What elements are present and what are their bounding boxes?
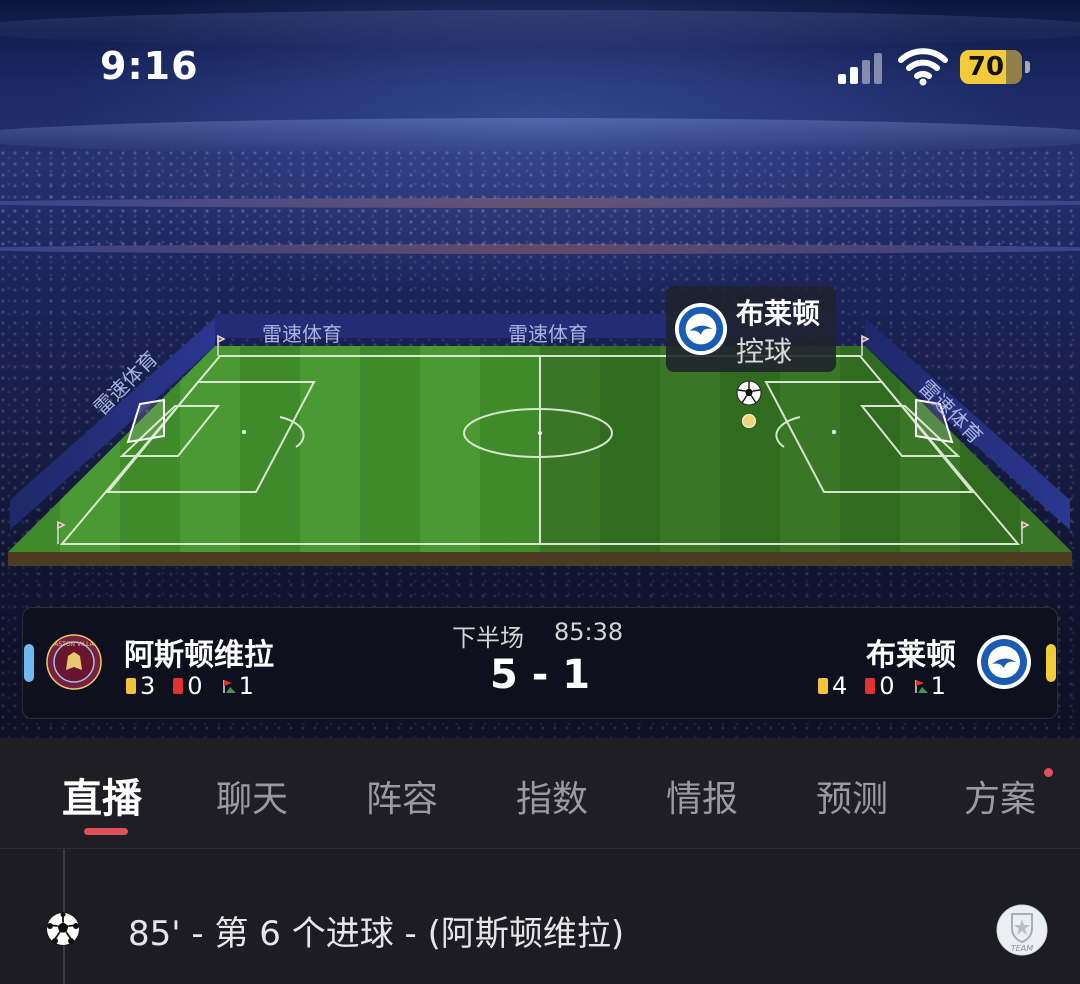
possession-status: 控球 (736, 335, 793, 368)
tab-chat[interactable]: 聊天 (216, 770, 288, 822)
board-ad-center: 雷速体育 (508, 322, 588, 346)
brighton-crest-icon (674, 302, 728, 356)
tab-lineup[interactable]: 阵容 (366, 770, 438, 822)
match-clock: 85:38 (554, 618, 624, 646)
goal-ball-icon (47, 912, 79, 945)
crowd-upper (0, 150, 1080, 200)
match-score: 5 - 1 (489, 652, 591, 698)
tab-prediction[interactable]: 预测 (816, 770, 888, 822)
corner-flag-icon (914, 680, 928, 693)
home-red-cards: 0 (173, 672, 203, 700)
svg-text:ASTON VILLA: ASTON VILLA (54, 641, 94, 648)
match-period: 下半场 (452, 624, 524, 652)
home-yellow-cards: 3 (126, 672, 155, 700)
home-color-mark (24, 644, 34, 682)
brighton-crest-icon[interactable] (976, 634, 1032, 690)
red-card-icon (173, 678, 184, 694)
possession-popup: 布莱顿 控球 (666, 286, 836, 372)
stadium-roof (0, 10, 1080, 48)
home-team-name[interactable]: 阿斯顿维拉 (124, 630, 274, 674)
away-stats: 4 0 1 (818, 672, 946, 700)
team-badge-icon[interactable]: TEAM (996, 904, 1048, 956)
active-tab-indicator (84, 828, 128, 835)
red-card-icon (865, 678, 876, 694)
notification-dot (1044, 768, 1053, 777)
away-red-cards: 0 (865, 672, 895, 700)
battery-level: 70 (967, 52, 1005, 82)
home-stats: 3 0 1 (126, 672, 272, 700)
ball-marker (742, 414, 756, 428)
tab-live[interactable]: 直播 (62, 766, 142, 824)
tab-plan[interactable]: 方案 (964, 770, 1036, 822)
ball-position-icon (736, 380, 762, 406)
aston-villa-crest-icon[interactable]: ASTON VILLA (46, 634, 102, 690)
battery-icon: 70 (960, 50, 1030, 84)
status-time: 9:16 (100, 44, 199, 88)
corner-flag-icon (222, 680, 236, 693)
board-ad-left: 雷速体育 (262, 322, 342, 346)
away-corners: 1 (913, 672, 946, 700)
tab-odds[interactable]: 指数 (516, 770, 588, 822)
away-color-mark (1046, 644, 1056, 682)
yellow-card-icon (126, 678, 136, 694)
wifi-icon (898, 48, 948, 86)
possession-team: 布莱顿 (736, 297, 821, 330)
yellow-card-icon (818, 678, 828, 694)
away-yellow-cards: 4 (818, 672, 847, 700)
tier-line (0, 198, 1080, 208)
home-corners: 1 (221, 672, 254, 700)
cellular-signal-icon (838, 52, 884, 84)
tier-line (0, 244, 1080, 254)
crowd-mid (0, 208, 1080, 248)
tab-intel[interactable]: 情报 (666, 770, 738, 822)
away-team-name[interactable]: 布莱顿 (856, 630, 956, 674)
event-text[interactable]: 85' - 第 6 个进球 - (阿斯顿维拉) (128, 906, 624, 955)
team-badge-label: TEAM (1011, 944, 1033, 953)
